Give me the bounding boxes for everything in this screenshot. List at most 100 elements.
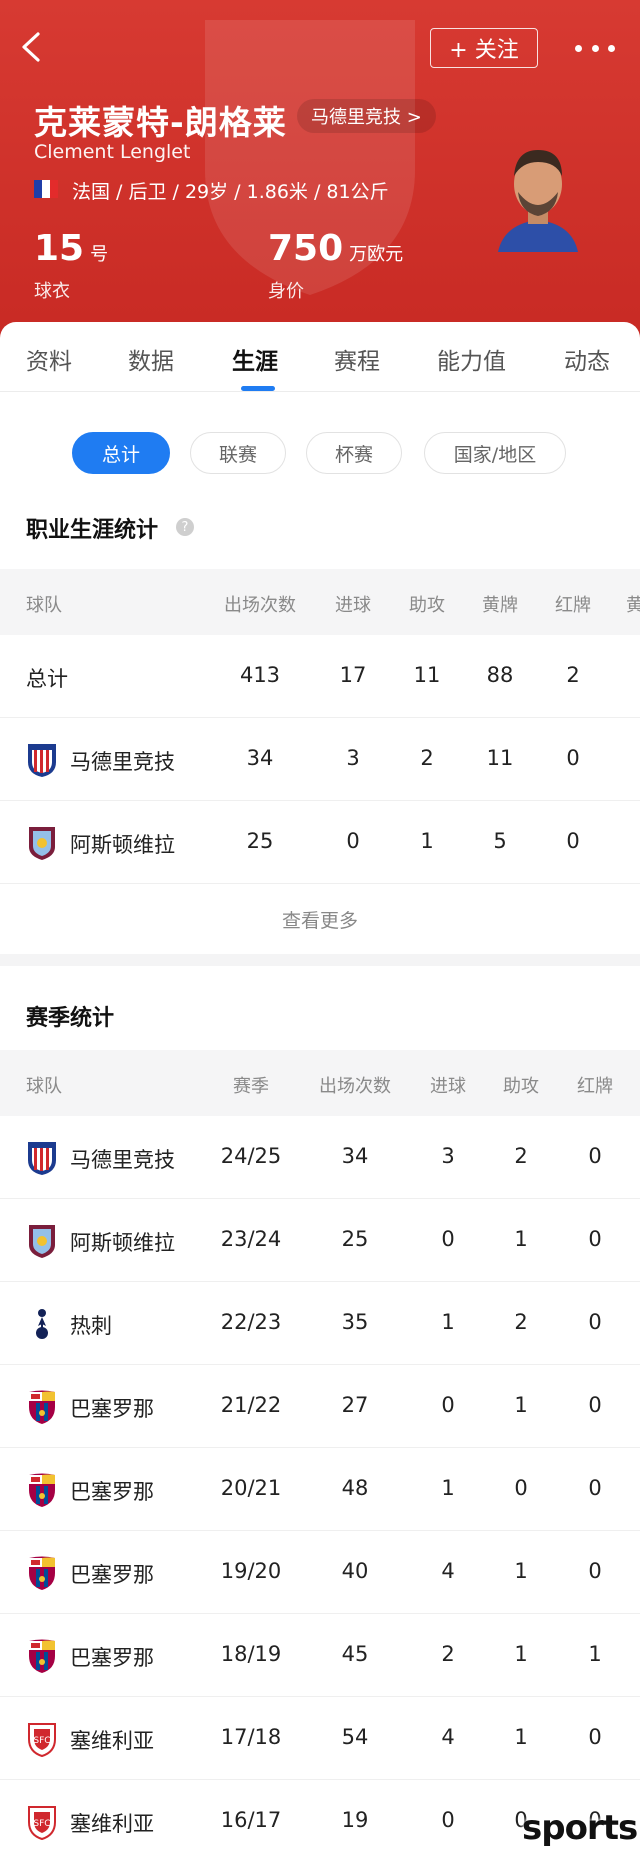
filter-league[interactable]: 联赛 — [190, 432, 286, 474]
season-row[interactable]: SFC 塞维利亚 17/18 54 4 1 0 — [0, 1697, 640, 1780]
season-table-header: 球队 赛季 出场次数 进球 助攻 红牌 — [0, 1050, 640, 1116]
season-row[interactable]: 巴塞罗那 19/20 40 4 1 0 — [0, 1531, 640, 1614]
apps: 25 — [246, 829, 274, 853]
apps: 34 — [246, 746, 274, 770]
player-name-en: Clement Lenglet — [34, 141, 191, 163]
atletico-logo-icon — [28, 1142, 56, 1175]
col-apps: 出场次数 — [224, 595, 296, 616]
red: 1 — [588, 1642, 602, 1666]
sevilla-logo-icon: SFC — [28, 1723, 56, 1757]
red: 0 — [588, 1310, 602, 1334]
col-team: 球队 — [26, 1076, 62, 1097]
team-name: 巴塞罗那 — [70, 1480, 154, 1504]
follow-button[interactable]: + 关注 — [430, 28, 538, 68]
team-name: 巴塞罗那 — [70, 1397, 154, 1421]
tab-career[interactable]: 生涯 — [232, 342, 278, 376]
col-red: 红牌 — [577, 1076, 613, 1097]
red: 2 — [566, 663, 580, 687]
season-row[interactable]: 巴塞罗那 20/21 48 1 0 0 — [0, 1448, 640, 1531]
goals: 0 — [346, 829, 360, 853]
goals: 1 — [441, 1476, 455, 1500]
season-row[interactable]: 巴塞罗那 21/22 27 0 1 0 — [0, 1365, 640, 1448]
club-link[interactable]: 马德里竞技 > — [297, 99, 436, 133]
goals: 0 — [441, 1393, 455, 1417]
assists: 2 — [514, 1144, 528, 1168]
player-name-cn: 克莱蒙特-朗格莱 — [34, 103, 287, 142]
player-meta: 法国 / 后卫 / 29岁 / 1.86米 / 81公斤 — [72, 181, 389, 203]
shirt-number: 15 号 — [34, 228, 109, 269]
back-arrow-icon[interactable] — [18, 30, 46, 64]
tab-ability[interactable]: 能力值 — [437, 342, 506, 376]
france-flag-icon — [34, 180, 58, 198]
tab-profile[interactable]: 资料 — [26, 342, 72, 376]
career-row-atletico[interactable]: 马德里竞技 34 3 2 11 0 — [0, 718, 640, 801]
career-table-header: 球队 出场次数 进球 助攻 黄牌 红牌 黄 — [0, 569, 640, 635]
help-icon[interactable]: ? — [176, 518, 194, 536]
col-goals: 进球 — [430, 1076, 466, 1097]
aston-villa-logo-icon — [29, 827, 55, 860]
apps: 19 — [341, 1808, 369, 1832]
tab-bar: 资料 数据 生涯 赛程 能力值 动态 — [0, 322, 640, 392]
goals: 4 — [441, 1725, 455, 1749]
aston-villa-logo-icon — [29, 1225, 55, 1258]
active-tab-indicator — [241, 386, 275, 391]
team-name: 塞维利亚 — [70, 1729, 154, 1753]
assists: 11 — [413, 663, 441, 687]
content-panel: 资料 数据 生涯 赛程 能力值 动态 总计 联赛 杯赛 国家/地区 职业生涯统计… — [0, 322, 640, 1858]
assists: 1 — [514, 1642, 528, 1666]
team-name: 阿斯顿维拉 — [70, 833, 175, 857]
season-row[interactable]: 巴塞罗那 18/19 45 2 1 1 — [0, 1614, 640, 1697]
career-row-aston-villa[interactable]: 阿斯顿维拉 25 0 1 5 0 — [0, 801, 640, 884]
player-profile-screen: + 关注 克莱蒙特-朗格莱 马德里竞技 > Clement Lenglet 法国… — [0, 0, 640, 1858]
market-value-label: 身价 — [268, 281, 304, 302]
yellow: 11 — [486, 746, 514, 770]
season-row[interactable]: 热刺 22/23 35 1 2 0 — [0, 1282, 640, 1365]
sevilla-logo-icon: SFC — [28, 1806, 56, 1840]
goals: 0 — [441, 1227, 455, 1251]
col-red: 红牌 — [555, 595, 591, 616]
yellow: 88 — [486, 663, 514, 687]
tab-news[interactable]: 动态 — [564, 342, 610, 376]
shirt-label: 球衣 — [34, 281, 70, 302]
team-name: 马德里竞技 — [70, 750, 175, 774]
filter-cup[interactable]: 杯赛 — [306, 432, 402, 474]
barcelona-logo-icon — [29, 1473, 55, 1507]
career-row-total[interactable]: 总计 413 17 11 88 2 — [0, 635, 640, 718]
season-row[interactable]: 阿斯顿维拉 23/24 25 0 1 0 — [0, 1199, 640, 1282]
tab-schedule[interactable]: 赛程 — [334, 342, 380, 376]
season: 17/18 — [220, 1725, 282, 1749]
filter-total[interactable]: 总计 — [72, 432, 170, 474]
goals: 4 — [441, 1559, 455, 1583]
col-yellow-clipped: 黄 — [626, 595, 640, 616]
col-apps: 出场次数 — [319, 1076, 391, 1097]
goals: 0 — [441, 1808, 455, 1832]
goals: 1 — [441, 1310, 455, 1334]
season: 19/20 — [220, 1559, 282, 1583]
section-divider — [0, 954, 640, 966]
assists: 1 — [514, 1227, 528, 1251]
col-yellow: 黄牌 — [482, 595, 518, 616]
season-row[interactable]: 马德里竞技 24/25 34 3 2 0 — [0, 1116, 640, 1199]
barcelona-logo-icon — [29, 1556, 55, 1590]
assists: 1 — [514, 1559, 528, 1583]
goals: 2 — [441, 1642, 455, 1666]
season: 21/22 — [220, 1393, 282, 1417]
goals: 17 — [339, 663, 367, 687]
goals: 3 — [346, 746, 360, 770]
tottenham-logo-icon — [36, 1309, 48, 1339]
see-more-link[interactable]: 查看更多 — [0, 887, 640, 951]
market-value: 750 万欧元 — [268, 228, 404, 269]
more-options-icon[interactable] — [575, 36, 615, 60]
apps: 413 — [239, 663, 281, 687]
svg-text:SFC: SFC — [33, 1819, 50, 1829]
col-assists: 助攻 — [409, 595, 445, 616]
apps: 35 — [341, 1310, 369, 1334]
tab-data[interactable]: 数据 — [128, 342, 174, 376]
sports-watermark: sports — [522, 1808, 638, 1848]
red: 0 — [566, 746, 580, 770]
col-assists: 助攻 — [503, 1076, 539, 1097]
team-name: 总计 — [26, 667, 68, 691]
apps: 27 — [341, 1393, 369, 1417]
assists: 0 — [514, 1476, 528, 1500]
filter-national[interactable]: 国家/地区 — [424, 432, 566, 474]
